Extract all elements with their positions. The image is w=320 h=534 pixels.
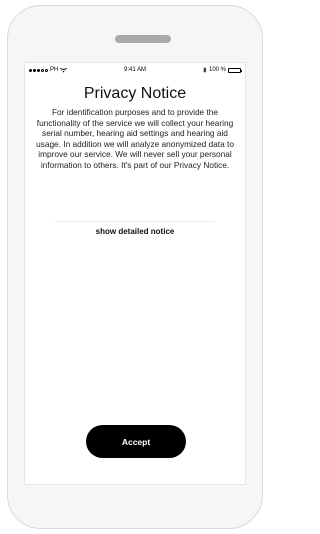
battery-icon [228, 67, 242, 73]
show-detailed-notice-link[interactable]: show detailed notice [25, 227, 245, 236]
phone-speaker [115, 35, 171, 43]
battery-percent: 100 % [208, 67, 226, 73]
app-screen: PH 9:41 AM 100 % Privacy Notice For iden… [24, 62, 246, 485]
phone-frame: PH 9:41 AM 100 % Privacy Notice For iden… [7, 5, 263, 529]
divider [55, 221, 215, 222]
bluetooth-icon [203, 67, 207, 73]
privacy-body-text: For identification purposes and to provi… [36, 107, 234, 170]
status-bar-right: 100 % [203, 67, 242, 73]
accept-button[interactable]: Accept [86, 425, 186, 458]
status-bar: PH 9:41 AM 100 % [25, 63, 245, 77]
page-title: Privacy Notice [83, 85, 187, 102]
